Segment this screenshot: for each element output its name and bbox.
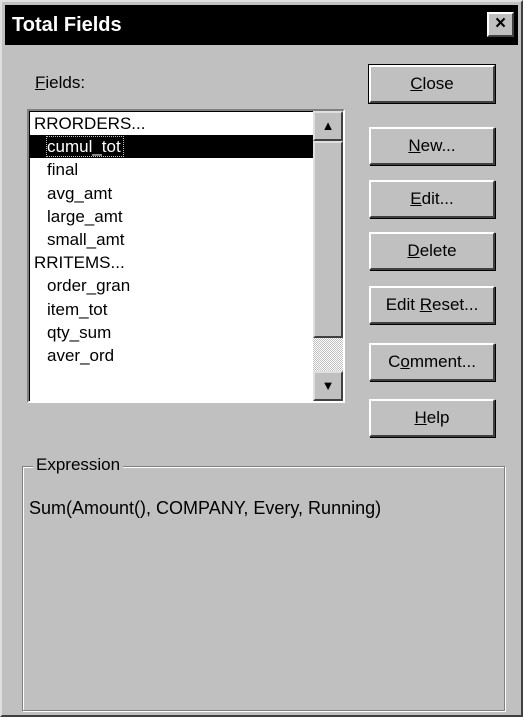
fields-label: Fields: xyxy=(35,73,86,92)
list-item[interactable]: order_gran xyxy=(30,274,313,297)
vertical-scrollbar[interactable]: ▲ ▼ xyxy=(313,111,343,401)
scroll-up-arrow-icon[interactable]: ▲ xyxy=(313,111,343,141)
list-group-header[interactable]: RRITEMS... xyxy=(30,251,313,274)
list-item[interactable]: qty_sum xyxy=(30,321,313,344)
list-group-header[interactable]: RRORDERS... xyxy=(30,112,313,135)
list-item-label: aver_ord xyxy=(47,345,115,365)
expression-group: Expression Sum(Amount(), COMPANY, Every,… xyxy=(22,455,505,711)
edit-reset-button[interactable]: Edit Reset... xyxy=(369,286,495,324)
list-item-label: item_tot xyxy=(47,299,108,319)
list-item[interactable]: large_amt xyxy=(30,205,313,228)
expression-label: Expression xyxy=(33,455,124,475)
scroll-thumb[interactable] xyxy=(313,141,343,338)
list-item-label: avg_amt xyxy=(47,183,113,203)
list-item-label: final xyxy=(47,160,79,180)
delete-button[interactable]: Delete xyxy=(369,232,495,270)
list-item-label: small_amt xyxy=(47,229,125,249)
fields-listbox[interactable]: RRORDERS... cumul_tot final avg_amt large_am… xyxy=(27,109,345,403)
dialog-title: Total Fields xyxy=(12,14,122,36)
new-button[interactable]: New... xyxy=(369,127,495,165)
scroll-track[interactable] xyxy=(313,338,343,371)
list-item-label: RRORDERS... xyxy=(34,114,146,133)
list-item-label: large_amt xyxy=(47,206,123,226)
comment-button[interactable]: Comment... xyxy=(369,343,495,381)
list-item-label: qty_sum xyxy=(47,322,112,342)
fields-list: RRORDERS... cumul_tot final avg_amt large_am… xyxy=(30,112,313,367)
title-bar[interactable]: Total Fields × xyxy=(5,5,518,45)
scroll-down-arrow-icon[interactable]: ▼ xyxy=(313,371,343,401)
list-item-label: order_gran xyxy=(47,276,131,296)
list-item-label: cumul_tot xyxy=(46,136,124,158)
expression-text: Sum(Amount(), COMPANY, Every, Running) xyxy=(29,498,382,518)
list-item[interactable]: avg_amt xyxy=(30,182,313,205)
list-item[interactable]: item_tot xyxy=(30,298,313,321)
list-item[interactable]: final xyxy=(30,158,313,181)
list-item[interactable]: aver_ord xyxy=(30,344,313,367)
close-icon[interactable]: × xyxy=(487,12,514,37)
help-button[interactable]: Help xyxy=(369,399,495,437)
list-item[interactable]: small_amt xyxy=(30,228,313,251)
edit-button[interactable]: Edit... xyxy=(369,180,495,218)
close-button[interactable]: Close xyxy=(368,64,496,104)
list-item-label: RRITEMS... xyxy=(34,253,125,273)
list-item[interactable]: cumul_tot xyxy=(30,135,313,159)
